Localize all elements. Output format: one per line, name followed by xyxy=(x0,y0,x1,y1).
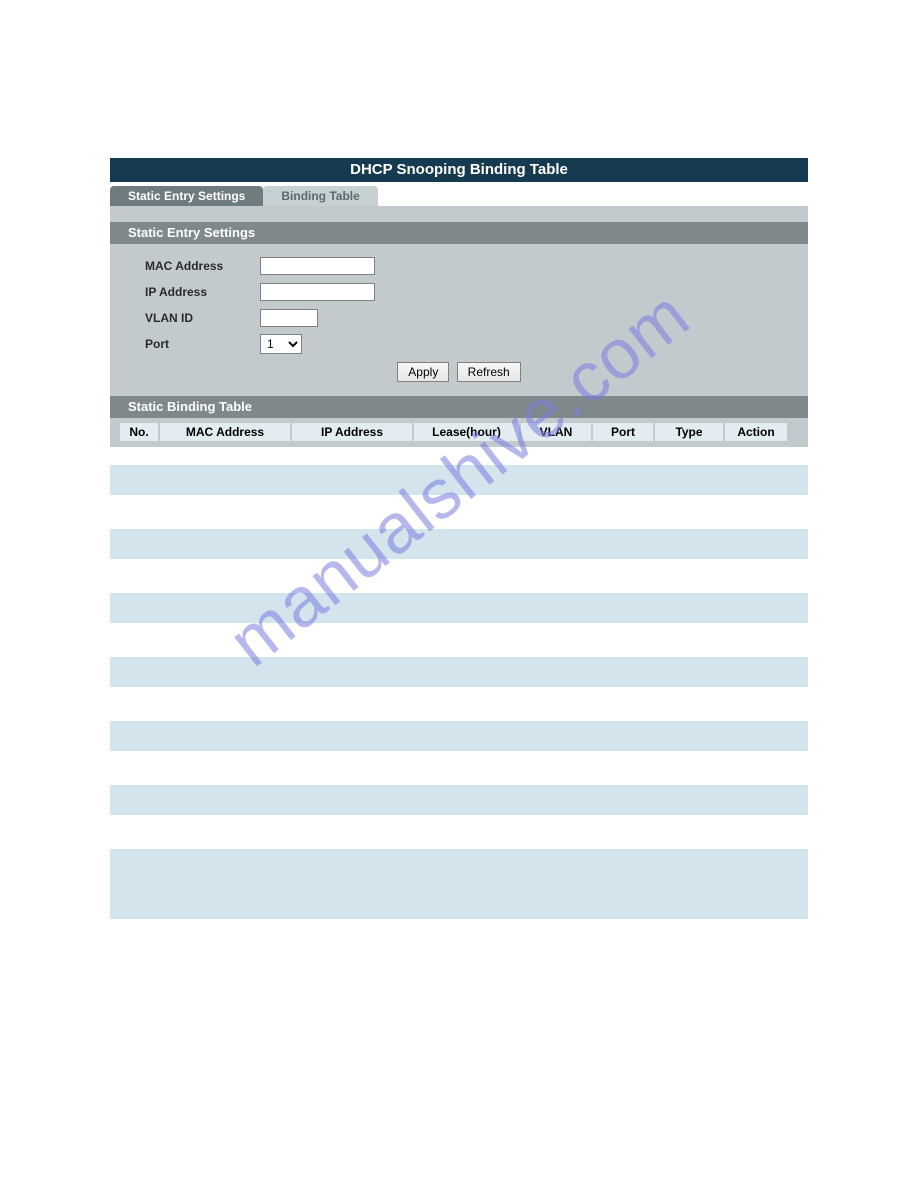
th-lease: Lease(hour) xyxy=(414,423,519,441)
tab-binding-table[interactable]: Binding Table xyxy=(263,186,377,206)
row-mac: MAC Address xyxy=(110,254,808,278)
page-title: DHCP Snooping Binding Table xyxy=(350,161,568,178)
th-action: Action xyxy=(725,423,787,441)
stripe-row xyxy=(110,849,808,919)
content-stripes xyxy=(110,447,808,919)
label-port: Port xyxy=(110,337,260,351)
refresh-button[interactable]: Refresh xyxy=(457,362,521,382)
label-ip-address: IP Address xyxy=(110,285,260,299)
apply-button[interactable]: Apply xyxy=(397,362,449,382)
th-type: Type xyxy=(655,423,723,441)
stripe-row xyxy=(110,785,808,815)
tab-static-entry-settings[interactable]: Static Entry Settings xyxy=(110,186,263,206)
th-no: No. xyxy=(120,423,158,441)
static-entry-form: MAC Address IP Address VLAN ID Port 1 Ap… xyxy=(110,244,808,396)
ip-address-input[interactable] xyxy=(260,283,375,301)
row-port: Port 1 xyxy=(110,332,808,356)
row-ip: IP Address xyxy=(110,280,808,304)
tab-row: Static Entry Settings Binding Table xyxy=(110,186,808,206)
binding-table-header: No. MAC Address IP Address Lease(hour) V… xyxy=(110,418,808,447)
section-static-binding-table: Static Binding Table xyxy=(110,396,808,418)
panel-gap xyxy=(110,206,808,222)
button-row: Apply Refresh xyxy=(110,358,808,388)
th-port: Port xyxy=(593,423,653,441)
tab-label: Static Entry Settings xyxy=(128,189,245,203)
stripe-row xyxy=(110,465,808,495)
vlan-id-input[interactable] xyxy=(260,309,318,327)
label-mac-address: MAC Address xyxy=(110,259,260,273)
th-mac: MAC Address xyxy=(160,423,290,441)
stripe-row xyxy=(110,529,808,559)
section-static-entry-settings: Static Entry Settings xyxy=(110,222,808,244)
row-vlan: VLAN ID xyxy=(110,306,808,330)
section-title: Static Entry Settings xyxy=(128,225,255,240)
tab-label: Binding Table xyxy=(281,189,359,203)
stripe-row xyxy=(110,721,808,751)
port-select[interactable]: 1 xyxy=(260,334,302,354)
th-ip: IP Address xyxy=(292,423,412,441)
stripe-row xyxy=(110,593,808,623)
main-panel: Static Entry Settings MAC Address IP Add… xyxy=(110,206,808,447)
label-vlan-id: VLAN ID xyxy=(110,311,260,325)
mac-address-input[interactable] xyxy=(260,257,375,275)
th-vlan: VLAN xyxy=(521,423,591,441)
stripe-row xyxy=(110,657,808,687)
section-title: Static Binding Table xyxy=(128,399,252,414)
page-title-bar: DHCP Snooping Binding Table xyxy=(110,158,808,182)
